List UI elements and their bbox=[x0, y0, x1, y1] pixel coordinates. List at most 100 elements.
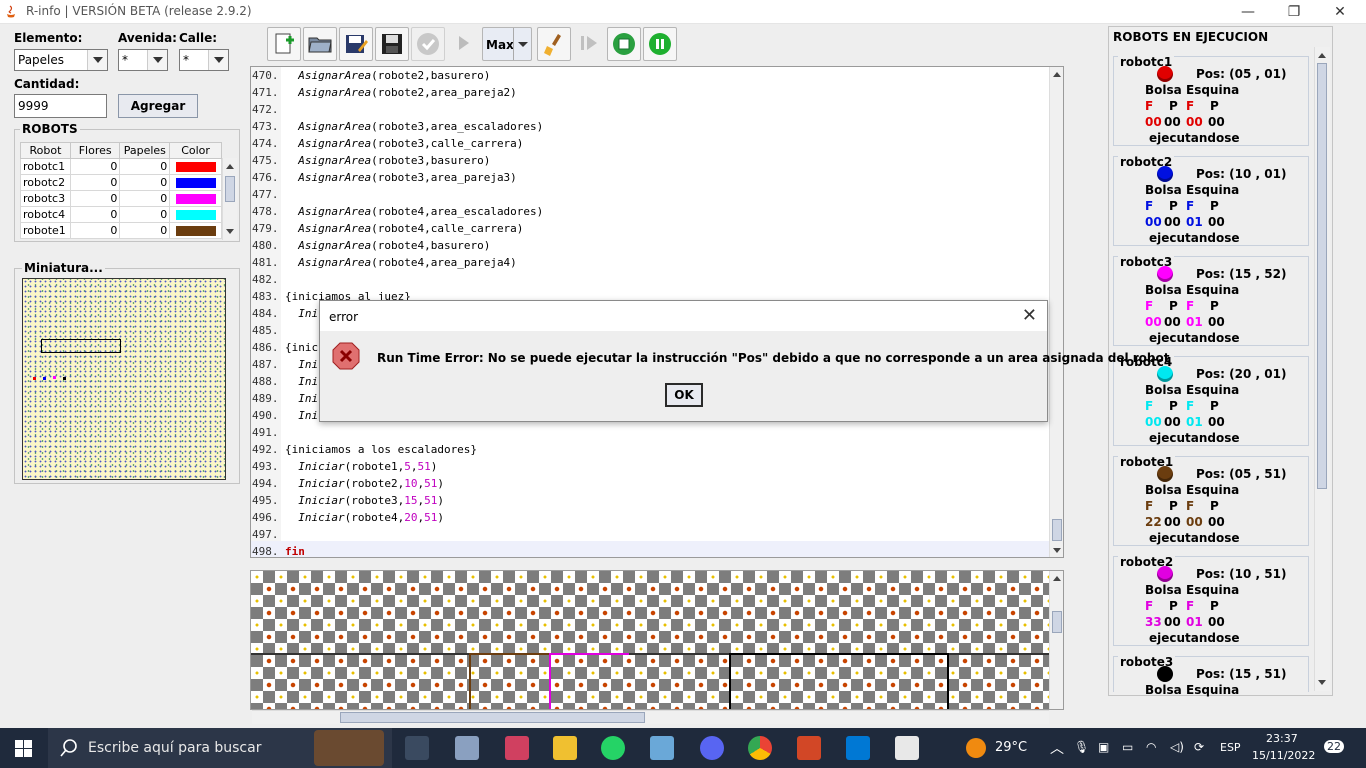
avenida-select[interactable]: * bbox=[118, 49, 168, 71]
discord-icon[interactable] bbox=[700, 736, 724, 760]
new-file-button[interactable] bbox=[267, 27, 301, 61]
step-button[interactable] bbox=[573, 27, 607, 61]
camera-icon[interactable]: ▣ bbox=[1098, 740, 1109, 754]
whatsapp-icon[interactable] bbox=[601, 736, 625, 760]
city-minimap[interactable] bbox=[22, 278, 226, 480]
scroll-down-icon[interactable] bbox=[1050, 543, 1063, 557]
city-vscrollbar[interactable] bbox=[1049, 571, 1063, 709]
scroll-down-icon[interactable] bbox=[1315, 675, 1329, 689]
col-papeles[interactable]: Papeles bbox=[119, 142, 171, 159]
windows-start-icon[interactable] bbox=[15, 740, 32, 757]
notifications-badge[interactable]: 22 bbox=[1324, 740, 1344, 753]
temperature[interactable]: 29°C bbox=[995, 740, 1027, 755]
scroll-thumb[interactable] bbox=[225, 176, 235, 202]
line-number: 470. bbox=[252, 69, 279, 82]
esquina-f-label: F bbox=[1186, 399, 1195, 413]
robot-color[interactable] bbox=[169, 158, 222, 175]
volume-icon[interactable]: ◁) bbox=[1170, 740, 1184, 754]
esquina-p-label: P bbox=[1210, 499, 1219, 513]
scroll-up-icon[interactable] bbox=[1315, 49, 1329, 63]
elemento-select[interactable]: Papeles bbox=[14, 49, 108, 71]
dialog-close-button[interactable]: ✕ bbox=[1022, 305, 1037, 326]
battery-icon[interactable]: ▭ bbox=[1122, 740, 1133, 754]
scroll-up-icon[interactable] bbox=[223, 160, 237, 174]
pause-button[interactable] bbox=[643, 27, 677, 61]
close-window-button[interactable]: ✕ bbox=[1330, 2, 1350, 22]
scroll-thumb[interactable] bbox=[1052, 611, 1062, 633]
open-file-button[interactable] bbox=[303, 27, 337, 61]
minimize-button[interactable]: — bbox=[1238, 2, 1258, 22]
robot-color[interactable] bbox=[169, 206, 222, 223]
esquina-flores: 00 bbox=[1186, 515, 1203, 529]
line-number: 477. bbox=[252, 188, 279, 201]
scroll-thumb[interactable] bbox=[1317, 63, 1327, 489]
table-row[interactable]: robotc1 0 0 bbox=[20, 158, 222, 175]
run-button[interactable] bbox=[447, 27, 481, 61]
java-app-icon[interactable] bbox=[895, 736, 919, 760]
scroll-up-icon[interactable] bbox=[1050, 572, 1063, 586]
agregar-button[interactable]: Agregar bbox=[118, 94, 198, 118]
chevron-down-icon[interactable] bbox=[87, 50, 107, 70]
robot-status-card: robotc4 Pos: (20 , 01) Bolsa Esquina F P F P 00 0… bbox=[1113, 355, 1309, 446]
maximize-button[interactable]: ❐ bbox=[1284, 2, 1304, 22]
editor-scrollbar[interactable] bbox=[1049, 67, 1063, 557]
scroll-down-icon[interactable] bbox=[223, 224, 237, 238]
sync-icon[interactable]: ⟳ bbox=[1194, 740, 1204, 754]
microphone-icon[interactable]: 🎙 bbox=[1074, 740, 1089, 754]
window-button[interactable] bbox=[607, 27, 641, 61]
clock-date[interactable]: 15/11/2022 bbox=[1252, 749, 1315, 762]
toolbar: Max bbox=[267, 26, 680, 62]
task-view-icon[interactable] bbox=[405, 736, 429, 760]
save-button[interactable] bbox=[375, 27, 409, 61]
robots-table-scrollbar[interactable] bbox=[222, 158, 237, 240]
table-row[interactable]: robotc4 0 0 bbox=[20, 206, 222, 223]
file-explorer-icon[interactable] bbox=[553, 736, 577, 760]
table-row[interactable]: robote1 0 0 bbox=[20, 222, 222, 239]
ok-button[interactable]: OK bbox=[665, 383, 703, 407]
language-indicator[interactable]: ESP bbox=[1220, 741, 1241, 754]
clock-time[interactable]: 23:37 bbox=[1266, 732, 1298, 745]
speed-select[interactable]: Max bbox=[482, 27, 532, 61]
chevron-down-icon[interactable] bbox=[513, 28, 531, 60]
notes-icon[interactable] bbox=[650, 736, 674, 760]
paint-icon[interactable] bbox=[505, 736, 529, 760]
running-scrollbar[interactable] bbox=[1314, 47, 1330, 691]
compile-button[interactable] bbox=[411, 27, 445, 61]
bolsa-papeles: 00 bbox=[1164, 615, 1181, 629]
error-message: Run Time Error: No se puede ejecutar la … bbox=[377, 351, 1170, 365]
robot-color[interactable] bbox=[169, 190, 222, 207]
scroll-thumb[interactable] bbox=[1052, 519, 1062, 541]
app-icon[interactable] bbox=[455, 736, 479, 760]
bolsa-f-label: F bbox=[1145, 299, 1154, 313]
save-as-button[interactable] bbox=[339, 27, 373, 61]
chevron-up-icon[interactable]: ︿ bbox=[1050, 738, 1064, 758]
scroll-up-icon[interactable] bbox=[1050, 68, 1063, 82]
robot-color[interactable] bbox=[169, 174, 222, 191]
chevron-down-icon[interactable] bbox=[147, 50, 167, 70]
powerpoint-icon[interactable] bbox=[797, 736, 821, 760]
bolsa-p-label: P bbox=[1169, 499, 1178, 513]
table-row[interactable]: robotc2 0 0 bbox=[20, 174, 222, 191]
city-view[interactable] bbox=[250, 570, 1064, 710]
robot-flores: 0 bbox=[69, 158, 121, 175]
vscode-icon[interactable] bbox=[846, 736, 870, 760]
calle-select[interactable]: * bbox=[179, 49, 229, 71]
minimap-viewport[interactable] bbox=[41, 339, 121, 353]
current-line-highlight bbox=[251, 541, 1051, 557]
taskbar-search[interactable]: Escribe aquí para buscar bbox=[48, 728, 392, 768]
cantidad-input[interactable]: 9999 bbox=[14, 94, 107, 118]
robot-color[interactable] bbox=[169, 222, 222, 239]
robot-papeles: 0 bbox=[119, 206, 171, 223]
col-color[interactable]: Color bbox=[169, 142, 222, 159]
city-hscrollbar[interactable] bbox=[252, 710, 1049, 724]
table-row[interactable]: robotc3 0 0 bbox=[20, 190, 222, 207]
weather-sun-icon[interactable] bbox=[966, 738, 986, 758]
chevron-down-icon[interactable] bbox=[208, 50, 228, 70]
robot-flores: 0 bbox=[69, 190, 121, 207]
col-robot[interactable]: Robot bbox=[20, 142, 71, 159]
chrome-icon[interactable] bbox=[748, 736, 772, 760]
wifi-icon[interactable]: ◠ bbox=[1146, 740, 1156, 754]
col-flores[interactable]: Flores bbox=[69, 142, 121, 159]
scroll-thumb[interactable] bbox=[340, 712, 645, 723]
clean-button[interactable] bbox=[537, 27, 571, 61]
